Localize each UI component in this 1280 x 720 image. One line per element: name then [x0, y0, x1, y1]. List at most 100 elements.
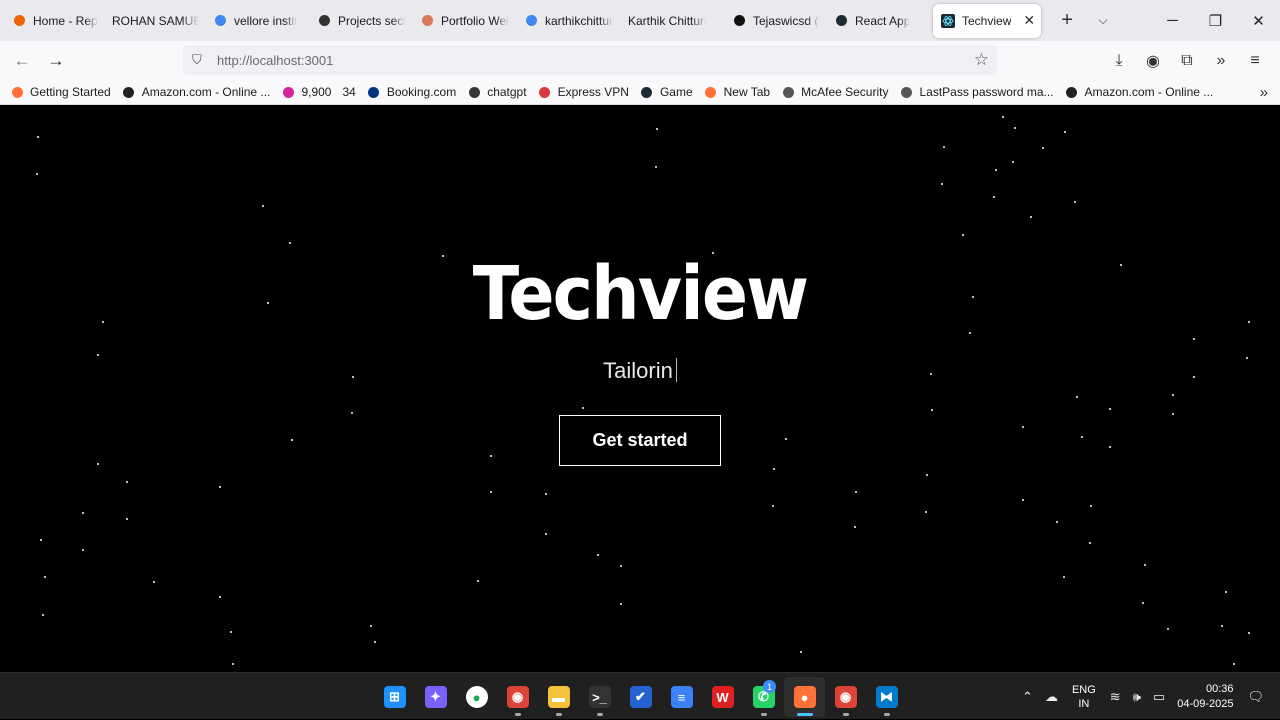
restore-icon[interactable]: ❐: [1194, 0, 1237, 41]
bookmark-item[interactable]: 9,900: [281, 85, 331, 99]
address-bar[interactable]: ⛉ ▯ http://localhost:3001 ☆: [183, 45, 997, 717]
forward-button[interactable]: →: [39, 45, 73, 77]
star-particle: [1089, 542, 1091, 544]
star-particle: [97, 354, 99, 356]
tab-5[interactable]: karthikchittur: [516, 4, 620, 38]
downloads-icon[interactable]: ⤓: [1102, 52, 1136, 70]
clock[interactable]: 00:36 04-09-2025: [1177, 682, 1233, 712]
list-all-tabs-button[interactable]: ⌵: [1093, 13, 1113, 28]
file-explorer-taskbar-button[interactable]: ▬: [538, 677, 579, 717]
bookmark-star-icon[interactable]: ☆: [974, 50, 989, 70]
tab-8[interactable]: React App: [826, 4, 929, 38]
bookmark-item[interactable]: Amazon.com - Online ...: [1065, 85, 1213, 99]
language-indicator[interactable]: ENG IN: [1072, 683, 1096, 711]
clock-time: 00:36: [1205, 682, 1234, 695]
amazon-icon: [1065, 85, 1079, 99]
typewriter-subtitle: Tailorin: [0, 358, 1280, 384]
close-window-icon[interactable]: ✕: [1237, 0, 1280, 41]
tab-2[interactable]: vellore instit: [205, 4, 309, 38]
bookmark-label: Booking.com: [386, 85, 457, 99]
firefox-taskbar-button[interactable]: ●: [784, 677, 825, 717]
language-code: ENG: [1071, 683, 1096, 696]
terminal-taskbar-button[interactable]: >_: [579, 677, 620, 717]
close-tab-icon[interactable]: ✕: [1023, 12, 1035, 29]
volume-icon[interactable]: 🕪: [1133, 689, 1141, 705]
star-particle: [289, 242, 291, 244]
chrome-profile-taskbar-button[interactable]: ◉: [825, 677, 866, 717]
get-started-button[interactable]: Get started: [559, 415, 721, 466]
star-particle: [153, 581, 155, 583]
bookmark-item[interactable]: 34: [342, 85, 355, 99]
bookmark-item[interactable]: LastPass password ma...: [899, 85, 1054, 99]
shield-icon[interactable]: ⛉: [192, 52, 208, 68]
tab-4[interactable]: Portfolio Wel: [412, 4, 516, 38]
firefox-icon: [704, 85, 718, 99]
tab-0[interactable]: Home - Repl: [4, 4, 104, 38]
tab-7[interactable]: Tejaswicsd (T: [724, 4, 826, 38]
tab-6[interactable]: Karthik Chitturi: [620, 4, 724, 38]
chrome-icon: ◉: [506, 686, 529, 708]
star-particle: [1221, 625, 1223, 627]
tab-label: Tejaswicsd (T: [753, 13, 820, 28]
vscode-taskbar-button[interactable]: ⧓: [866, 677, 907, 717]
toolbar-right: ⤓ ◉ ⧉ » ≡: [1102, 41, 1272, 80]
menu-icon[interactable]: ≡: [1238, 52, 1272, 70]
notepad-taskbar-button[interactable]: ≡: [661, 677, 702, 717]
star-particle: [40, 539, 42, 541]
star-particle: [1142, 602, 1144, 604]
todo-taskbar-button[interactable]: ✔: [620, 677, 661, 717]
star-particle: [36, 173, 38, 175]
typed-text: Tailorin: [603, 358, 673, 383]
google-icon: [213, 14, 227, 28]
bookmark-item[interactable]: Getting Started: [10, 85, 111, 99]
running-indicator: [555, 713, 562, 716]
replit-icon: [12, 14, 26, 28]
overflow-chevron-icon[interactable]: »: [1204, 52, 1238, 70]
minimize-icon[interactable]: ─: [1151, 0, 1194, 41]
mongodb-compass-taskbar-button[interactable]: ●: [456, 677, 497, 717]
bookmark-item[interactable]: Game: [640, 85, 693, 99]
star-particle: [82, 549, 84, 551]
show-hidden-icons-chevron-icon[interactable]: ⌃: [1022, 689, 1033, 705]
star-particle: [1225, 591, 1227, 593]
star-particle: [1248, 632, 1250, 634]
copilot-taskbar-button[interactable]: ✦: [415, 677, 456, 717]
wifi-icon[interactable]: ≋: [1110, 689, 1121, 705]
tab-3[interactable]: Projects secti: [309, 4, 412, 38]
onedrive-icon[interactable]: ☁: [1045, 689, 1058, 705]
notepad-icon: ≡: [670, 686, 693, 708]
bookmark-item[interactable]: New Tab: [704, 85, 770, 99]
whatsapp-taskbar-button[interactable]: ✆ 1: [743, 677, 784, 717]
tab-label: Karthik Chitturi: [628, 13, 707, 28]
url-text[interactable]: http://localhost:3001: [217, 53, 333, 68]
vscode-icon: ⧓: [875, 686, 898, 708]
tab-techview[interactable]: Techview ✕: [933, 3, 1042, 38]
running-indicator: [883, 713, 890, 716]
bookmark-item[interactable]: McAfee Security: [781, 85, 888, 99]
firefox-icon: [10, 85, 24, 99]
chatgpt-icon: [467, 85, 481, 99]
wps-office-taskbar-button[interactable]: W: [702, 677, 743, 717]
bookmark-item[interactable]: Amazon.com - Online ...: [122, 85, 271, 99]
more-bookmarks-icon[interactable]: »: [1260, 84, 1268, 101]
start-icon: ⊞: [383, 686, 406, 708]
star-particle: [785, 438, 787, 440]
notifications-icon[interactable]: 🗨: [1247, 689, 1264, 705]
bookmark-label: Game: [659, 85, 693, 99]
bookmark-label: Amazon.com - Online ...: [141, 85, 271, 99]
account-icon[interactable]: ◉: [1136, 51, 1170, 71]
tab-1[interactable]: ROHAN SAMUEL: [104, 4, 205, 38]
star-particle: [126, 518, 128, 520]
bookmark-item[interactable]: chatgpt: [467, 85, 527, 99]
battery-icon[interactable]: ▭: [1153, 689, 1165, 705]
star-particle: [925, 511, 927, 513]
extensions-icon[interactable]: ⧉: [1170, 52, 1204, 70]
chrome-taskbar-button[interactable]: ◉: [497, 677, 538, 717]
star-particle: [656, 128, 658, 130]
back-button[interactable]: ←: [5, 45, 39, 77]
github-icon: [732, 14, 746, 28]
bookmark-item[interactable]: Booking.com: [367, 85, 456, 99]
start-taskbar-button[interactable]: ⊞: [374, 677, 415, 717]
new-tab-button[interactable]: +: [1055, 9, 1079, 32]
bookmark-item[interactable]: Express VPN: [538, 85, 629, 99]
